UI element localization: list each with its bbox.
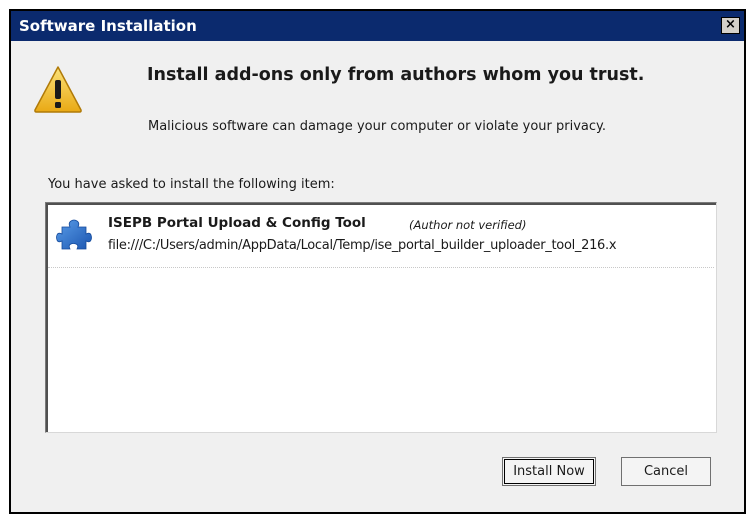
warning-subtext: Malicious software can damage your compu… xyxy=(148,119,606,134)
page: Software Installation × Install add-ons … xyxy=(0,0,750,518)
item-name: ISEPB Portal Upload & Config Tool xyxy=(108,215,366,231)
install-items-list[interactable]: ISEPB Portal Upload & Config Tool (Autho… xyxy=(45,202,717,433)
install-intro-label: You have asked to install the following … xyxy=(48,177,335,192)
warning-heading: Install add-ons only from authors whom y… xyxy=(147,65,645,85)
window-title: Software Installation xyxy=(19,17,197,35)
list-item[interactable]: ISEPB Portal Upload & Config Tool (Autho… xyxy=(48,205,714,268)
puzzle-piece-icon xyxy=(56,219,92,250)
warning-icon xyxy=(34,66,82,113)
title-bar[interactable]: Software Installation × xyxy=(11,11,744,41)
close-icon: × xyxy=(725,17,736,32)
install-now-button[interactable]: Install Now xyxy=(502,457,596,486)
close-button[interactable]: × xyxy=(721,17,740,34)
cancel-button[interactable]: Cancel xyxy=(621,457,711,486)
item-url: file:///C:/Users/admin/AppData/Local/Tem… xyxy=(108,238,617,253)
item-author-status: (Author not verified) xyxy=(409,218,527,232)
software-installation-dialog: Software Installation × Install add-ons … xyxy=(9,9,746,514)
